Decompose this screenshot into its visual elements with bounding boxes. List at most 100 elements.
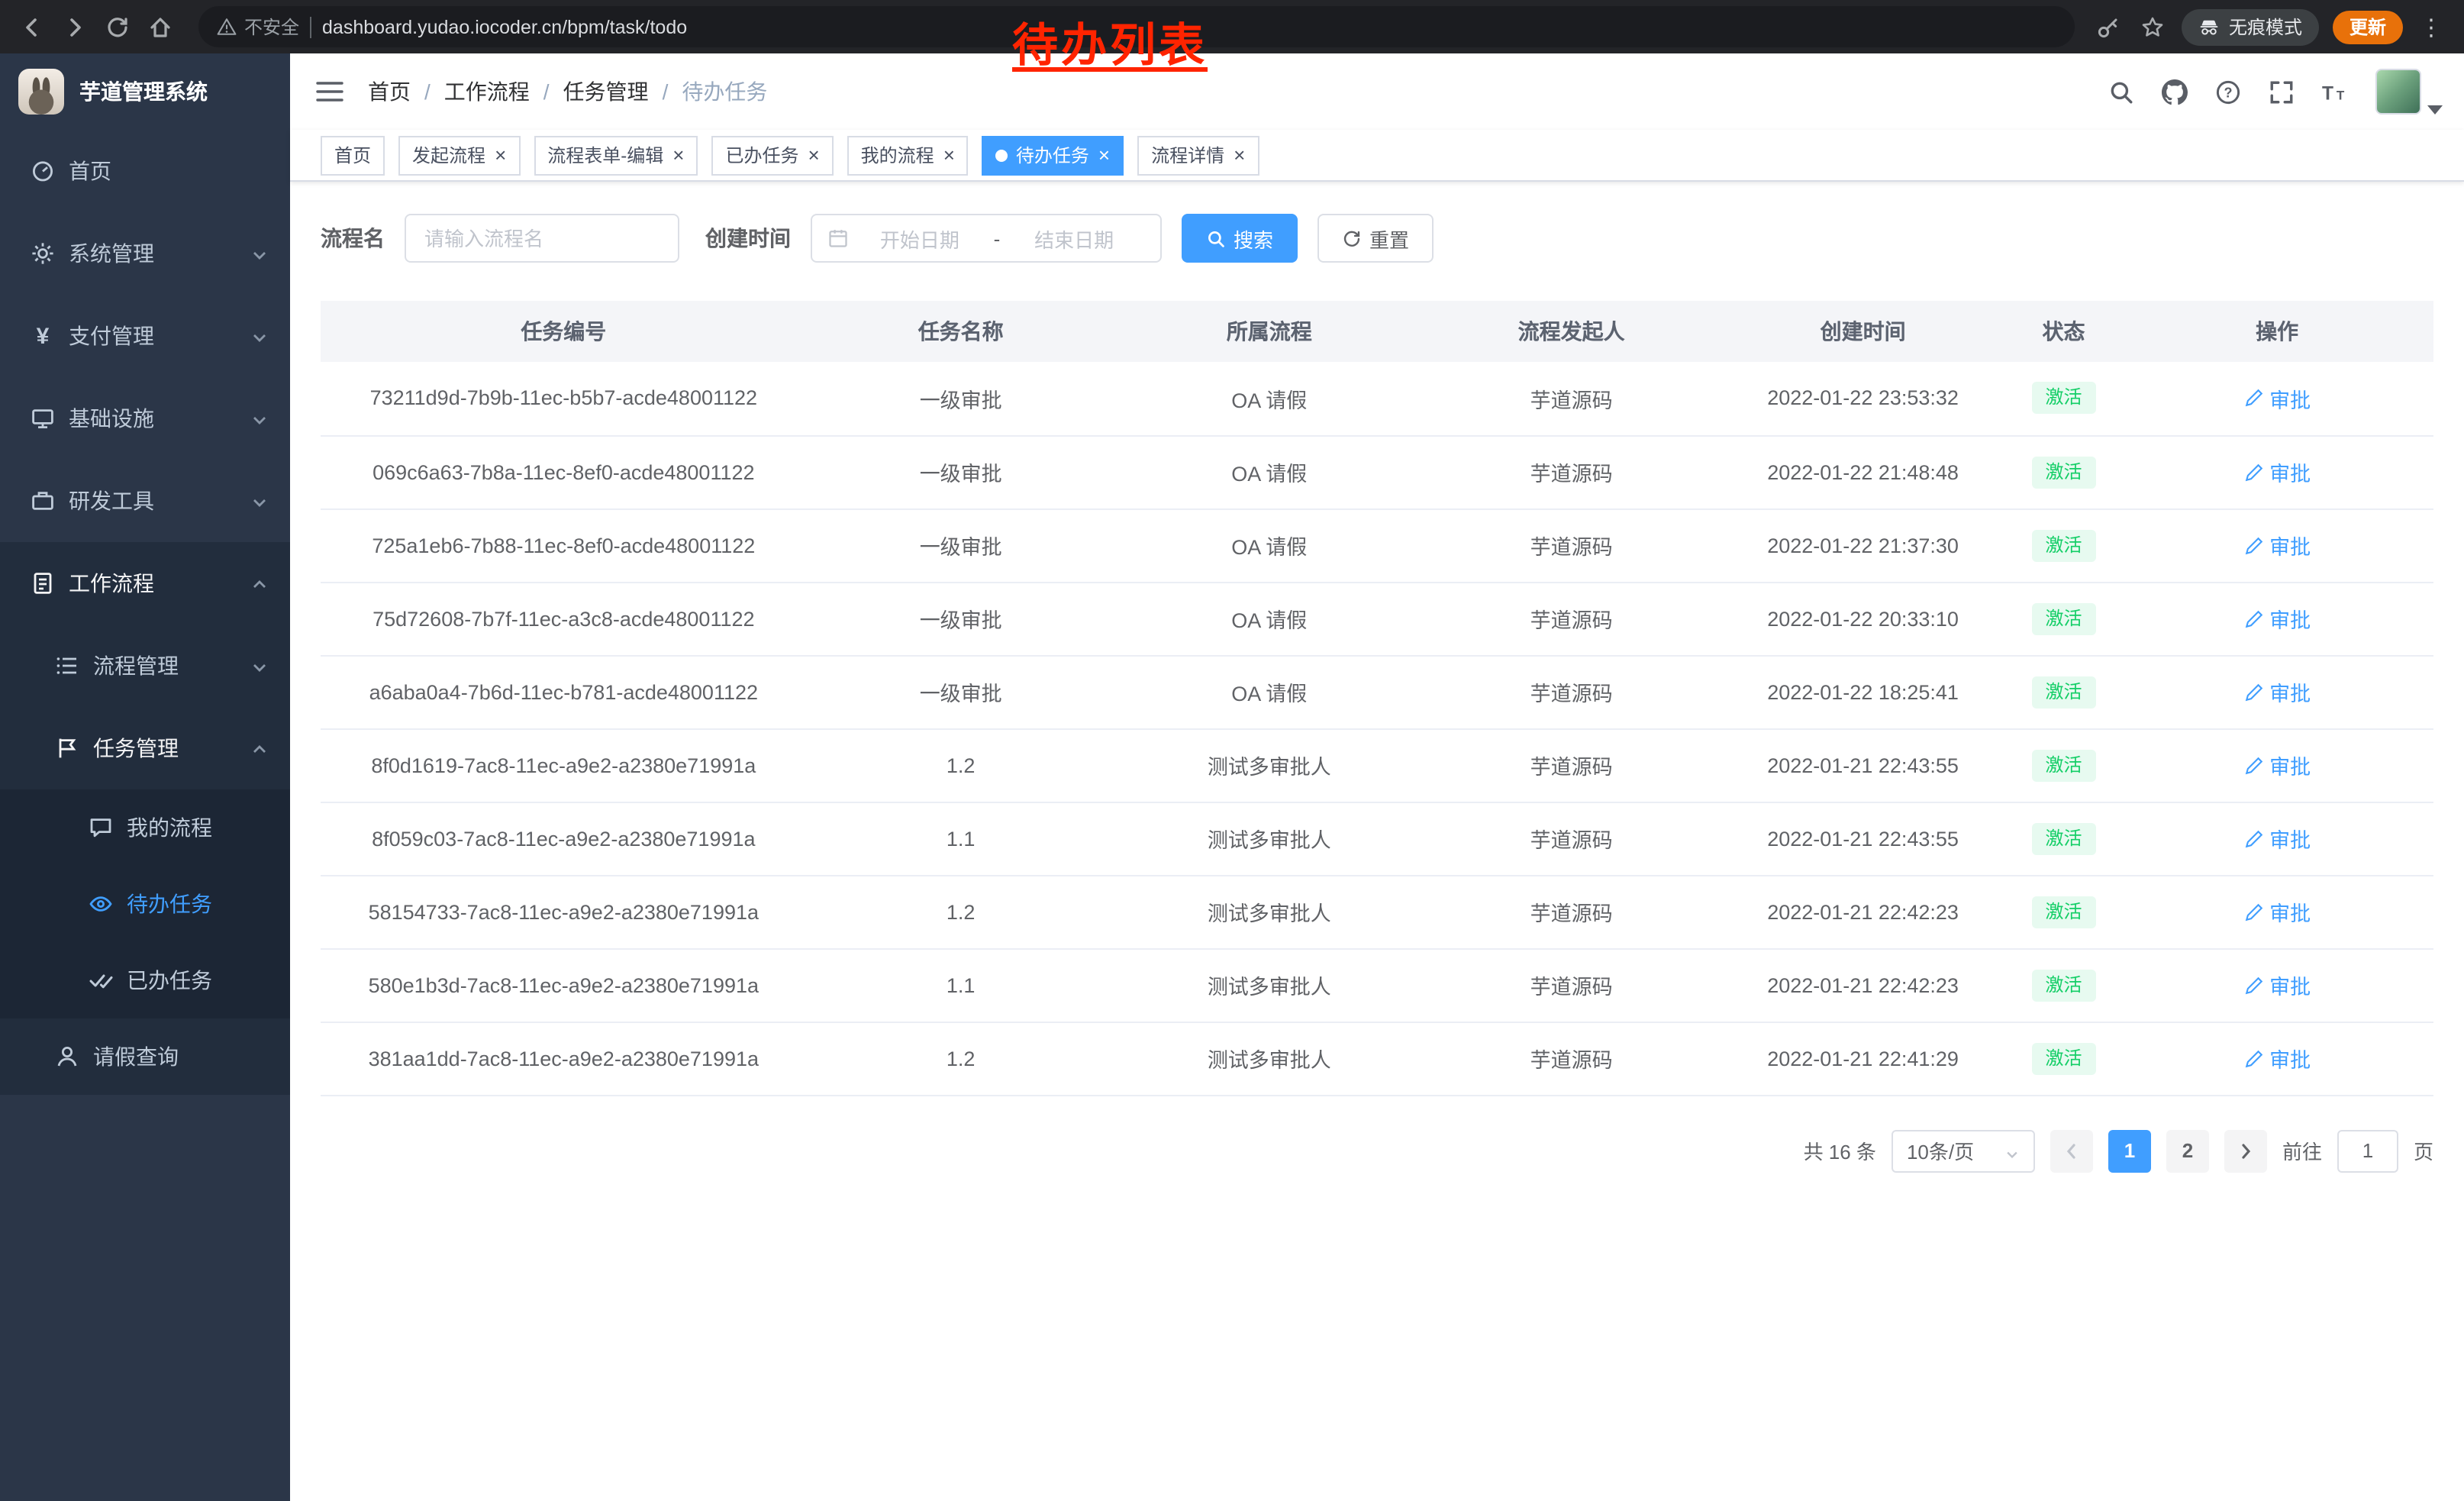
status-cell: 激活	[2007, 435, 2121, 508]
process-cell: OA 请假	[1115, 655, 1424, 728]
pencil-icon	[2243, 1048, 2263, 1068]
approve-button[interactable]: 审批	[2243, 530, 2311, 560]
approve-button[interactable]: 审批	[2243, 457, 2311, 487]
bookmark-star-icon[interactable]	[2137, 11, 2168, 42]
approve-button[interactable]: 审批	[2243, 823, 2311, 854]
reset-button[interactable]: 重置	[1317, 214, 1434, 263]
breadcrumb-home[interactable]: 首页	[368, 76, 411, 107]
process-name-input[interactable]	[405, 214, 679, 263]
security-chip[interactable]: 不安全	[217, 14, 299, 40]
pagination: 共 16 条 10条/页 1 2 前往 页	[321, 1129, 2433, 1172]
close-icon[interactable]: ×	[1234, 145, 1245, 165]
sidebar-item-payment[interactable]: ¥ 支付管理	[0, 295, 290, 377]
next-page-button[interactable]	[2224, 1129, 2267, 1172]
task-id-cell: 725a1eb6-7b88-11ec-8ef0-acde48001122	[321, 508, 807, 582]
tab-start-process[interactable]: 发起流程 ×	[398, 135, 520, 175]
close-icon[interactable]: ×	[808, 145, 819, 165]
tab-process-detail[interactable]: 流程详情 ×	[1137, 135, 1259, 175]
process-cell: OA 请假	[1115, 435, 1424, 508]
tab-my-process[interactable]: 我的流程 ×	[847, 135, 969, 175]
sidebar-item-home[interactable]: 首页	[0, 130, 290, 212]
key-icon[interactable]	[2093, 11, 2124, 42]
browser-menu-icon[interactable]: ⋮	[2417, 13, 2446, 40]
approve-button[interactable]: 审批	[2243, 676, 2311, 707]
sidebar-item-task-management[interactable]: 任务管理	[0, 707, 290, 789]
page-size-select[interactable]: 10条/页	[1892, 1129, 2035, 1172]
address-bar[interactable]: 不安全 dashboard.yudao.iocoder.cn/bpm/task/…	[198, 6, 2075, 47]
approve-button[interactable]: 审批	[2243, 750, 2311, 780]
close-icon[interactable]: ×	[495, 145, 506, 165]
column-header-task-id: 任务编号	[321, 301, 807, 362]
create-time-cell: 2022-01-21 22:43:55	[1719, 802, 2006, 875]
chevron-left-icon	[2062, 1141, 2081, 1160]
initiator-cell: 芋道源码	[1424, 875, 1720, 948]
sidebar-item-leave-query[interactable]: 请假查询	[0, 1018, 290, 1095]
tab-process-form-edit[interactable]: 流程表单-编辑 ×	[534, 135, 698, 175]
action-cell: 审批	[2121, 728, 2433, 802]
page-button-2[interactable]: 2	[2166, 1129, 2209, 1172]
pencil-icon	[2243, 975, 2263, 995]
process-cell: 测试多审批人	[1115, 802, 1424, 875]
breadcrumb-workflow[interactable]: 工作流程	[444, 76, 530, 107]
close-icon[interactable]: ×	[1098, 145, 1110, 165]
sidebar-item-label: 已办任务	[127, 965, 212, 996]
tab-done-tasks[interactable]: 已办任务 ×	[711, 135, 833, 175]
approve-button[interactable]: 审批	[2243, 383, 2311, 414]
tab-todo-tasks[interactable]: 待办任务 ×	[982, 135, 1124, 175]
goto-page-input[interactable]	[2337, 1129, 2398, 1172]
sidebar-item-devtools[interactable]: 研发工具	[0, 460, 290, 542]
sidebar-item-system[interactable]: 系统管理	[0, 212, 290, 295]
home-icon[interactable]	[140, 7, 180, 47]
sidebar-item-workflow[interactable]: 工作流程	[0, 542, 290, 625]
user-menu[interactable]	[2375, 69, 2443, 115]
search-icon	[1206, 228, 1226, 248]
sidebar-item-process-management[interactable]: 流程管理	[0, 625, 290, 707]
incognito-badge: 无痕模式	[2182, 8, 2319, 45]
action-cell: 审批	[2121, 875, 2433, 948]
approve-button[interactable]: 审批	[2243, 603, 2311, 634]
app-logo[interactable]: 芋道管理系统	[0, 53, 290, 130]
pencil-icon	[2243, 755, 2263, 775]
create-time-cell: 2022-01-21 22:43:55	[1719, 728, 2006, 802]
sidebar-item-todo-tasks[interactable]: 待办任务	[0, 866, 290, 942]
help-icon[interactable]: ?	[2203, 66, 2253, 117]
chevron-down-icon	[250, 244, 269, 263]
approve-button[interactable]: 审批	[2243, 970, 2311, 1000]
approve-button[interactable]: 审批	[2243, 896, 2311, 927]
table-row: 58154733-7ac8-11ec-a9e2-a2380e71991a1.2测…	[321, 875, 2433, 948]
sidebar-item-infrastructure[interactable]: 基础设施	[0, 377, 290, 460]
pencil-icon	[2243, 828, 2263, 848]
close-icon[interactable]: ×	[943, 145, 955, 165]
search-icon[interactable]	[2096, 66, 2146, 117]
forward-icon[interactable]	[55, 7, 95, 47]
tab-home[interactable]: 首页	[321, 135, 385, 175]
task-id-cell: 75d72608-7b7f-11ec-a3c8-acde48001122	[321, 582, 807, 655]
github-icon[interactable]	[2150, 66, 2200, 117]
fullscreen-icon[interactable]	[2256, 66, 2307, 117]
task-id-cell: 8f059c03-7ac8-11ec-a9e2-a2380e71991a	[321, 802, 807, 875]
status-badge: 激活	[2032, 529, 2096, 561]
chevron-up-icon	[250, 574, 269, 592]
close-icon[interactable]: ×	[672, 145, 684, 165]
update-button[interactable]: 更新	[2333, 10, 2403, 44]
sidebar-item-my-process[interactable]: 我的流程	[0, 789, 290, 866]
todo-task-table: 任务编号 任务名称 所属流程 流程发起人 创建时间 状态 操作 73211d9d…	[321, 301, 2433, 1096]
navbar-actions: ? TT	[2096, 66, 2443, 117]
tab-label: 待办任务	[1016, 142, 1089, 168]
prev-page-button[interactable]	[2050, 1129, 2093, 1172]
sidebar-item-done-tasks[interactable]: 已办任务	[0, 942, 290, 1018]
font-size-icon[interactable]: TT	[2310, 66, 2360, 117]
back-icon[interactable]	[12, 7, 52, 47]
page-button-1[interactable]: 1	[2108, 1129, 2151, 1172]
reload-icon[interactable]	[98, 7, 137, 47]
search-button[interactable]: 搜索	[1182, 214, 1298, 263]
breadcrumb-task-management[interactable]: 任务管理	[563, 76, 649, 107]
svg-text:T: T	[2337, 87, 2345, 102]
create-time-range-picker[interactable]: 开始日期 - 结束日期	[811, 214, 1162, 263]
status-badge: 激活	[2032, 969, 2096, 1001]
sidebar-toggle-icon[interactable]	[314, 76, 345, 107]
approve-button[interactable]: 审批	[2243, 1043, 2311, 1073]
tab-label: 流程详情	[1151, 142, 1224, 168]
pencil-icon	[2243, 535, 2263, 555]
create-time-label: 创建时间	[705, 223, 791, 253]
